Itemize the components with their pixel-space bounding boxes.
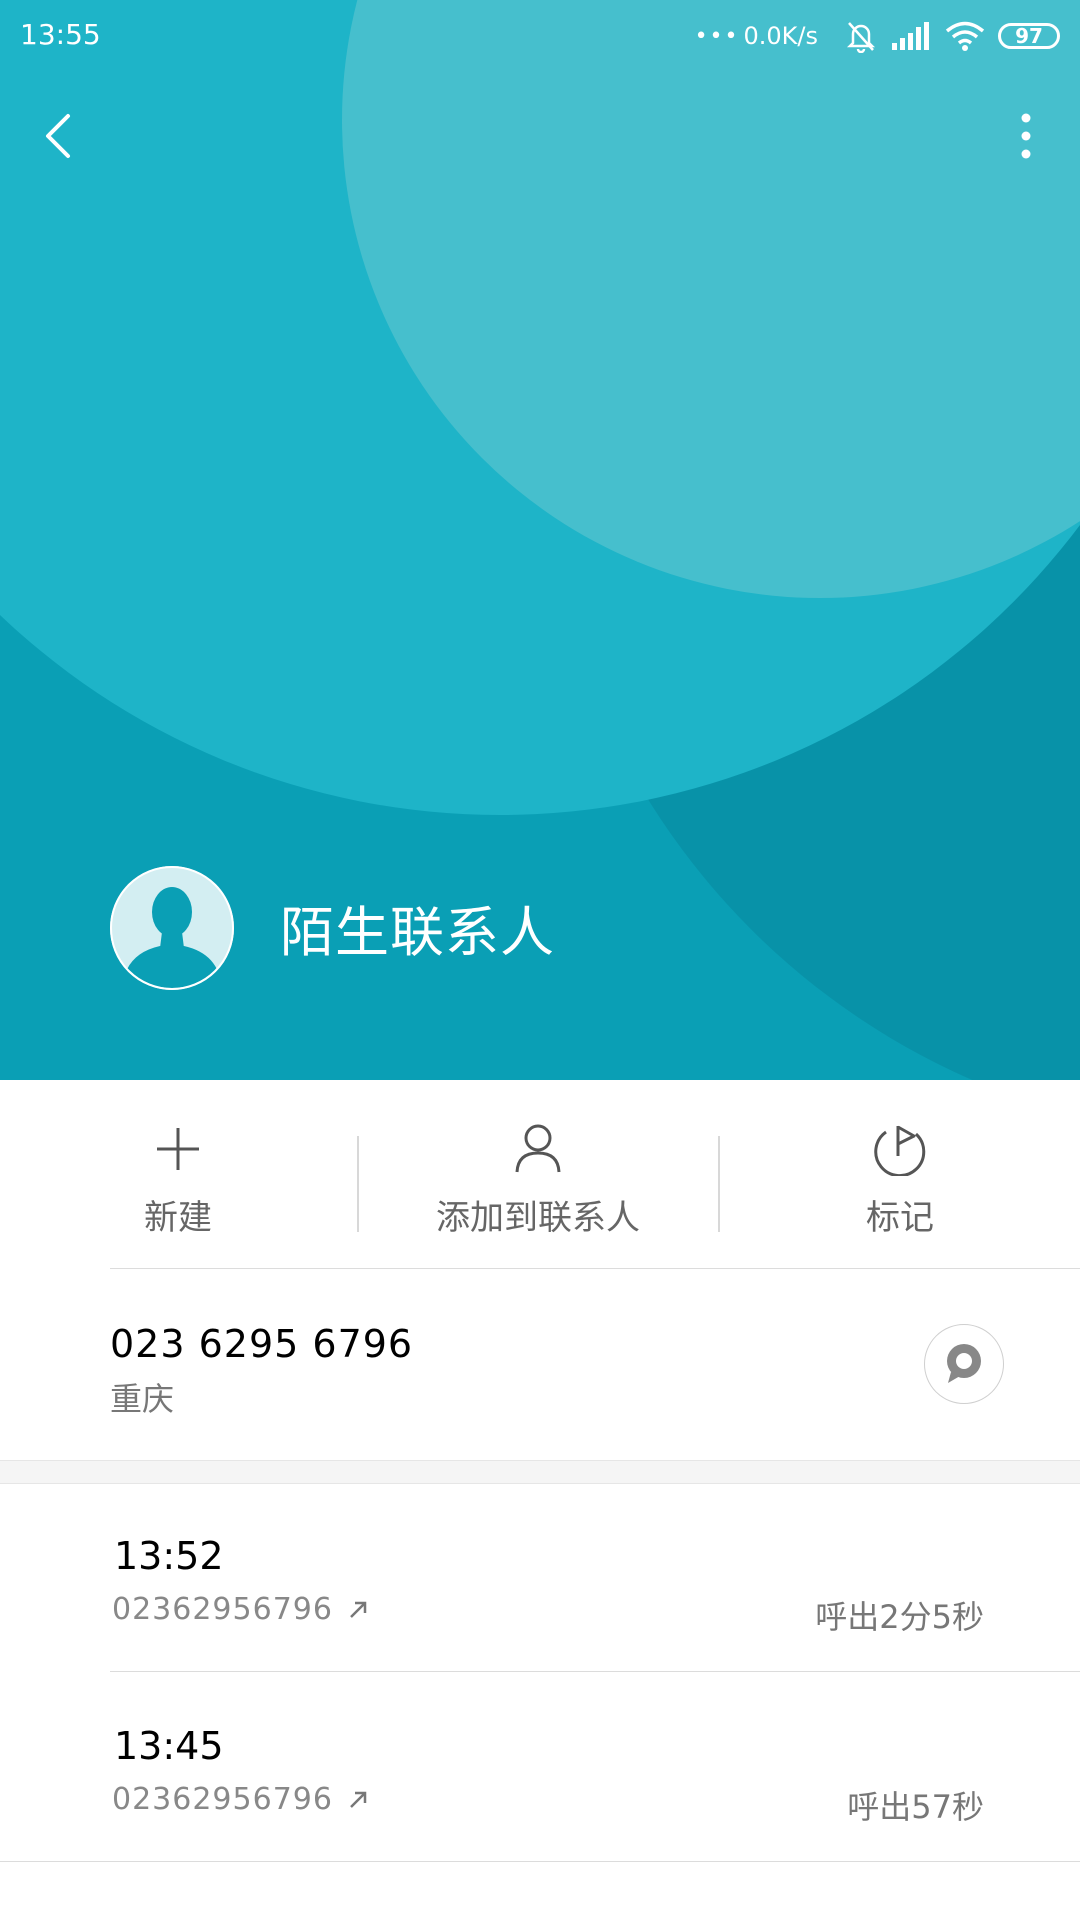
status-bar: 13:55 ••• 0.0K/s 97 bbox=[0, 0, 1080, 72]
chevron-left-icon bbox=[46, 114, 70, 158]
call-log-item[interactable]: 13:45 02362956796 呼出57秒 bbox=[0, 1672, 1080, 1862]
bell-muted-icon bbox=[844, 19, 878, 53]
call-time: 13:45 bbox=[114, 1724, 224, 1768]
more-options-button[interactable] bbox=[992, 100, 1052, 172]
new-contact-label: 新建 bbox=[144, 1198, 212, 1238]
divider bbox=[718, 1136, 720, 1232]
phone-number-row[interactable]: 023 6295 6796 重庆 bbox=[0, 1270, 1080, 1460]
phone-location: 重庆 bbox=[110, 1380, 175, 1418]
person-icon bbox=[515, 1124, 561, 1173]
plus-icon bbox=[157, 1128, 199, 1170]
call-number: 02362956796 bbox=[112, 1782, 369, 1817]
signal-icon bbox=[890, 21, 932, 51]
wifi-icon bbox=[944, 20, 986, 52]
person-avatar-icon bbox=[110, 866, 234, 990]
call-number-text: 02362956796 bbox=[112, 1592, 333, 1627]
message-bubble-icon bbox=[947, 1344, 981, 1383]
status-dots: ••• bbox=[694, 23, 740, 49]
net-speed: 0.0K/s bbox=[743, 22, 819, 50]
status-time: 13:55 bbox=[20, 18, 101, 51]
call-log-item[interactable]: 13:52 02362956796 呼出2分5秒 bbox=[0, 1482, 1080, 1672]
send-message-button[interactable] bbox=[924, 1324, 1004, 1404]
add-to-contacts-button[interactable]: 添加到联系人 bbox=[408, 1120, 668, 1240]
divider bbox=[110, 1268, 1080, 1269]
status-right: ••• 0.0K/s 97 bbox=[695, 16, 1060, 56]
contact-header: 13:55 ••• 0.0K/s 97 陌生联系人 bbox=[0, 0, 1080, 1080]
mark-button[interactable]: 标记 bbox=[840, 1120, 960, 1240]
call-number-text: 02362956796 bbox=[112, 1782, 333, 1817]
section-separator bbox=[0, 1460, 1080, 1484]
phone-number: 023 6295 6796 bbox=[110, 1322, 414, 1366]
divider bbox=[0, 1861, 1080, 1862]
back-button[interactable] bbox=[34, 100, 94, 172]
avatar bbox=[110, 866, 234, 990]
outgoing-arrow-icon bbox=[347, 1599, 369, 1621]
add-to-contacts-label: 添加到联系人 bbox=[436, 1198, 640, 1238]
divider bbox=[357, 1136, 359, 1232]
call-time: 13:52 bbox=[114, 1534, 224, 1578]
mark-label: 标记 bbox=[866, 1198, 934, 1238]
action-row: 新建 添加到联系人 标记 bbox=[0, 1080, 1080, 1270]
more-vertical-icon bbox=[1021, 113, 1031, 159]
battery-icon: 97 bbox=[998, 23, 1060, 49]
flag-icon bbox=[874, 1125, 926, 1176]
call-duration: 呼出2分5秒 bbox=[815, 1598, 984, 1636]
new-contact-button[interactable]: 新建 bbox=[128, 1120, 228, 1240]
call-number: 02362956796 bbox=[112, 1592, 369, 1627]
outgoing-arrow-icon bbox=[347, 1789, 369, 1811]
contact-name: 陌生联系人 bbox=[280, 901, 555, 964]
call-duration: 呼出57秒 bbox=[847, 1788, 984, 1826]
